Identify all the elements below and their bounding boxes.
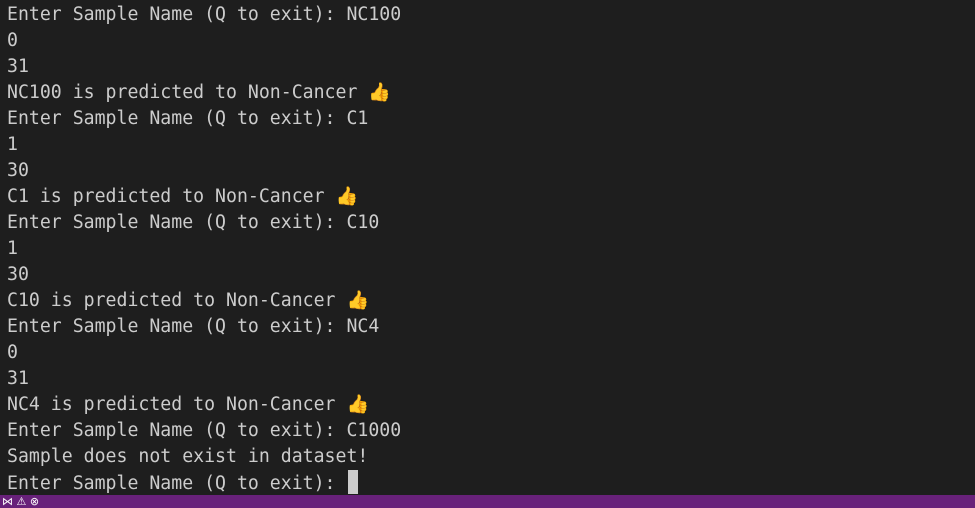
terminal-output[interactable]: Enter Sample Name (Q to exit): NC100 0 31 N… (7, 2, 401, 496)
line-text: Enter Sample Name (Q to exit): C1000 (7, 420, 402, 441)
line-text: 31 (7, 368, 29, 389)
line-text: NC4 is predicted to Non-Cancer (7, 394, 336, 415)
thumbs-up-icon: 👍 (335, 186, 359, 207)
thumbs-up-icon: 👍 (346, 290, 370, 311)
terminal-line: Enter Sample Name (Q to exit): NC100 (7, 2, 401, 28)
line-text: 31 (7, 56, 29, 77)
terminal-line: 1 (7, 236, 401, 262)
prompt-line[interactable]: Enter Sample Name (Q to exit): (7, 470, 401, 496)
line-text: C1 is predicted to Non-Cancer (7, 186, 325, 207)
line-text: Enter Sample Name (Q to exit): NC4 (7, 316, 380, 337)
thumbs-up-icon: 👍 (346, 394, 370, 415)
terminal-line: Enter Sample Name (Q to exit): C10 (7, 210, 401, 236)
terminal-line: Enter Sample Name (Q to exit): NC4 (7, 314, 401, 340)
line-text: 0 (7, 30, 18, 51)
line-text: NC100 is predicted to Non-Cancer (7, 82, 358, 103)
line-text: 1 (7, 134, 18, 155)
line-text: Enter Sample Name (Q to exit): C1 (7, 108, 369, 129)
terminal-line: 31 (7, 366, 401, 392)
line-text: Sample does not exist in dataset! (7, 446, 369, 467)
text-cursor[interactable] (348, 470, 359, 494)
line-text: C10 is predicted to Non-Cancer (7, 290, 336, 311)
terminal-line: 30 (7, 158, 401, 184)
terminal-line: NC4 is predicted to Non-Cancer 👍 (7, 392, 401, 418)
terminal-line: 0 (7, 28, 401, 54)
terminal-line: Sample does not exist in dataset! (7, 444, 401, 470)
status-icons[interactable]: ⋈ ⚠ ⊗ (2, 495, 39, 508)
terminal-line: C10 is predicted to Non-Cancer 👍 (7, 288, 401, 314)
terminal-line: Enter Sample Name (Q to exit): C1 (7, 106, 401, 132)
line-text: 30 (7, 264, 29, 285)
status-bar: ⋈ ⚠ ⊗ (0, 495, 975, 508)
thumbs-up-icon: 👍 (368, 82, 392, 103)
terminal-line: Enter Sample Name (Q to exit): C1000 (7, 418, 401, 444)
line-text: 0 (7, 342, 18, 363)
terminal-line: 1 (7, 132, 401, 158)
terminal-line: NC100 is predicted to Non-Cancer 👍 (7, 80, 401, 106)
terminal-line: C1 is predicted to Non-Cancer 👍 (7, 184, 401, 210)
terminal-line: 30 (7, 262, 401, 288)
terminal-line: 31 (7, 54, 401, 80)
line-text: Enter Sample Name (Q to exit): NC100 (7, 4, 402, 25)
line-text: 1 (7, 238, 18, 259)
line-text: Enter Sample Name (Q to exit): C10 (7, 212, 380, 233)
prompt-text: Enter Sample Name (Q to exit): (7, 473, 347, 494)
terminal-line: 0 (7, 340, 401, 366)
line-text: 30 (7, 160, 29, 181)
